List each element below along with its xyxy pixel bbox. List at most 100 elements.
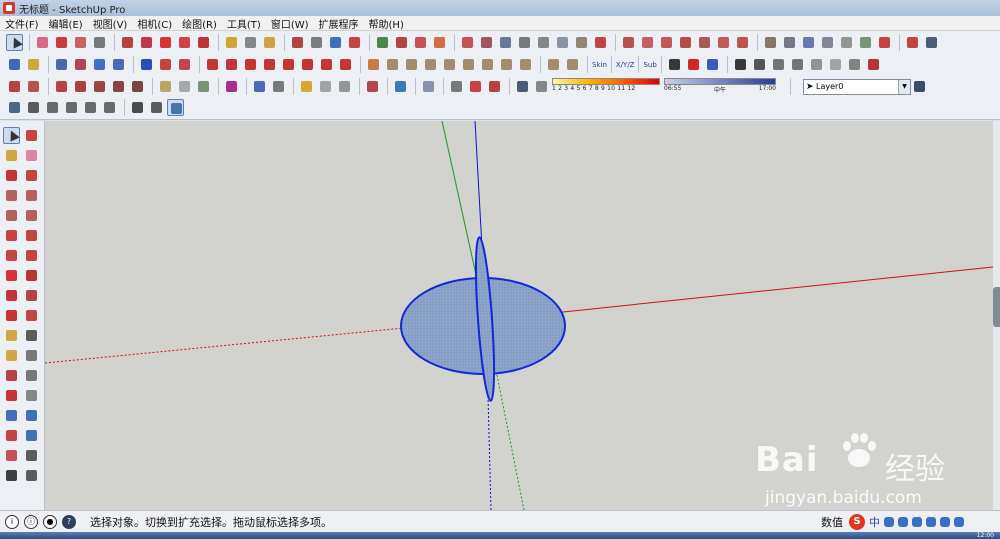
- array-icon[interactable]: [110, 56, 127, 73]
- extension-warehouse-icon[interactable]: [412, 34, 429, 51]
- ime-skin-icon[interactable]: [940, 516, 950, 527]
- push-pull-icon[interactable]: [119, 34, 136, 51]
- shadow-toggle-icon[interactable]: [533, 78, 550, 95]
- eraser-icon[interactable]: [34, 34, 51, 51]
- plugin-tool-19-icon[interactable]: [819, 34, 836, 51]
- look-around-icon[interactable]: [167, 99, 184, 116]
- select-icon[interactable]: [3, 127, 20, 144]
- render-5-icon[interactable]: [808, 56, 825, 73]
- paint-bucket-icon[interactable]: [261, 34, 278, 51]
- plugin-tool-1-icon[interactable]: [459, 34, 476, 51]
- extrude-7-icon[interactable]: [318, 56, 335, 73]
- plugin-tool-8-icon[interactable]: [592, 34, 609, 51]
- walk-icon[interactable]: [148, 99, 165, 116]
- zoom-icon[interactable]: [327, 34, 344, 51]
- mesh-1-icon[interactable]: [365, 56, 382, 73]
- erase-icon[interactable]: [23, 147, 40, 164]
- line-icon[interactable]: [3, 167, 20, 184]
- roof-icon[interactable]: [392, 78, 409, 95]
- zoom-tool-icon[interactable]: [3, 407, 20, 424]
- plugin-tool-21-icon[interactable]: [857, 34, 874, 51]
- credits-icon[interactable]: ⓘ: [24, 514, 38, 529]
- components-icon[interactable]: [393, 34, 410, 51]
- flip-icon[interactable]: [72, 56, 89, 73]
- zoom-window-icon[interactable]: [23, 407, 40, 424]
- camera-1-icon[interactable]: [6, 99, 23, 116]
- render-8-icon[interactable]: [865, 56, 882, 73]
- sub-plugin-label[interactable]: Sub: [643, 61, 656, 69]
- menu-camera[interactable]: 相机(C): [132, 16, 177, 31]
- plugin-tool-7-icon[interactable]: [573, 34, 590, 51]
- tray-handle[interactable]: [993, 287, 1000, 327]
- views-iso-icon[interactable]: [6, 56, 23, 73]
- extrude-6-icon[interactable]: [299, 56, 316, 73]
- rotate-tool-icon[interactable]: [3, 287, 20, 304]
- shape-icon[interactable]: [91, 34, 108, 51]
- text-tool-icon[interactable]: [242, 34, 259, 51]
- section-icon[interactable]: [138, 56, 155, 73]
- sun-tool-1-icon[interactable]: [448, 78, 465, 95]
- pan-icon[interactable]: [308, 34, 325, 51]
- mesh-5-icon[interactable]: [441, 56, 458, 73]
- tape-measure-tool-icon[interactable]: [3, 327, 20, 344]
- pan-tool-icon[interactable]: [23, 387, 40, 404]
- time-slider-track[interactable]: [664, 77, 776, 85]
- plugin-tool-20-icon[interactable]: [838, 34, 855, 51]
- pencil-line-icon[interactable]: [53, 34, 70, 51]
- layer-dropdown[interactable]: ➤ Layer0 ▼: [803, 78, 911, 95]
- plugin-a-icon[interactable]: [251, 78, 268, 95]
- gear-plugin-icon[interactable]: [223, 78, 240, 95]
- dimension-icon[interactable]: [23, 327, 40, 344]
- menu-file[interactable]: 文件(F): [0, 16, 44, 31]
- follow-me-tool-icon[interactable]: [23, 287, 40, 304]
- scale-icon[interactable]: [195, 34, 212, 51]
- views-top-icon[interactable]: [25, 56, 42, 73]
- fog-icon[interactable]: [514, 78, 531, 95]
- render-7-icon[interactable]: [846, 56, 863, 73]
- ime-voice-icon[interactable]: [912, 516, 922, 527]
- section-plane-icon[interactable]: [23, 467, 40, 484]
- mirror-icon[interactable]: [91, 56, 108, 73]
- render-3-icon[interactable]: [770, 56, 787, 73]
- box-2-icon[interactable]: [317, 78, 334, 95]
- position-camera-tool-icon[interactable]: [3, 447, 20, 464]
- ime-tools-icon[interactable]: [954, 516, 964, 527]
- rotate-icon[interactable]: [176, 34, 193, 51]
- box-3-icon[interactable]: [336, 78, 353, 95]
- menu-draw[interactable]: 绘图(R): [177, 16, 222, 31]
- mesh-3-icon[interactable]: [403, 56, 420, 73]
- tape-measure-icon[interactable]: [223, 34, 240, 51]
- three-point-arc-icon[interactable]: [3, 247, 20, 264]
- text-icon[interactable]: [23, 347, 40, 364]
- render-6-icon[interactable]: [827, 56, 844, 73]
- scale-tool-icon[interactable]: [3, 307, 20, 324]
- mesh-6-icon[interactable]: [460, 56, 477, 73]
- extrude-1-icon[interactable]: [204, 56, 221, 73]
- face-style-1-icon[interactable]: [53, 78, 70, 95]
- make-component-icon[interactable]: [23, 127, 40, 144]
- home-view-icon[interactable]: [44, 99, 61, 116]
- menu-edit[interactable]: 编辑(E): [44, 16, 88, 31]
- curve-icon[interactable]: [157, 56, 174, 73]
- plugin-tool-24-icon[interactable]: [923, 34, 940, 51]
- mesh-9-icon[interactable]: [517, 56, 534, 73]
- style-2-icon[interactable]: [25, 78, 42, 95]
- mesh-10-icon[interactable]: [545, 56, 562, 73]
- arc-tool-icon[interactable]: [3, 227, 20, 244]
- plugin-tool-14-icon[interactable]: [715, 34, 732, 51]
- face-style-5-icon[interactable]: [129, 78, 146, 95]
- rotated-rectangle-icon[interactable]: [23, 187, 40, 204]
- align-icon[interactable]: [53, 56, 70, 73]
- two-point-arc-icon[interactable]: [23, 227, 40, 244]
- chevron-down-icon[interactable]: ▼: [898, 79, 910, 94]
- face-style-3-icon[interactable]: [91, 78, 108, 95]
- menu-extensions[interactable]: 扩展程序: [314, 16, 364, 31]
- plugin-tool-10-icon[interactable]: [639, 34, 656, 51]
- plugin-tool-11-icon[interactable]: [658, 34, 675, 51]
- ime-toolbar[interactable]: S 中: [849, 513, 994, 530]
- mesh-2-icon[interactable]: [384, 56, 401, 73]
- warehouse-icon[interactable]: [374, 34, 391, 51]
- right-view-icon[interactable]: [82, 99, 99, 116]
- loop-icon[interactable]: [176, 56, 193, 73]
- mesh-4-icon[interactable]: [422, 56, 439, 73]
